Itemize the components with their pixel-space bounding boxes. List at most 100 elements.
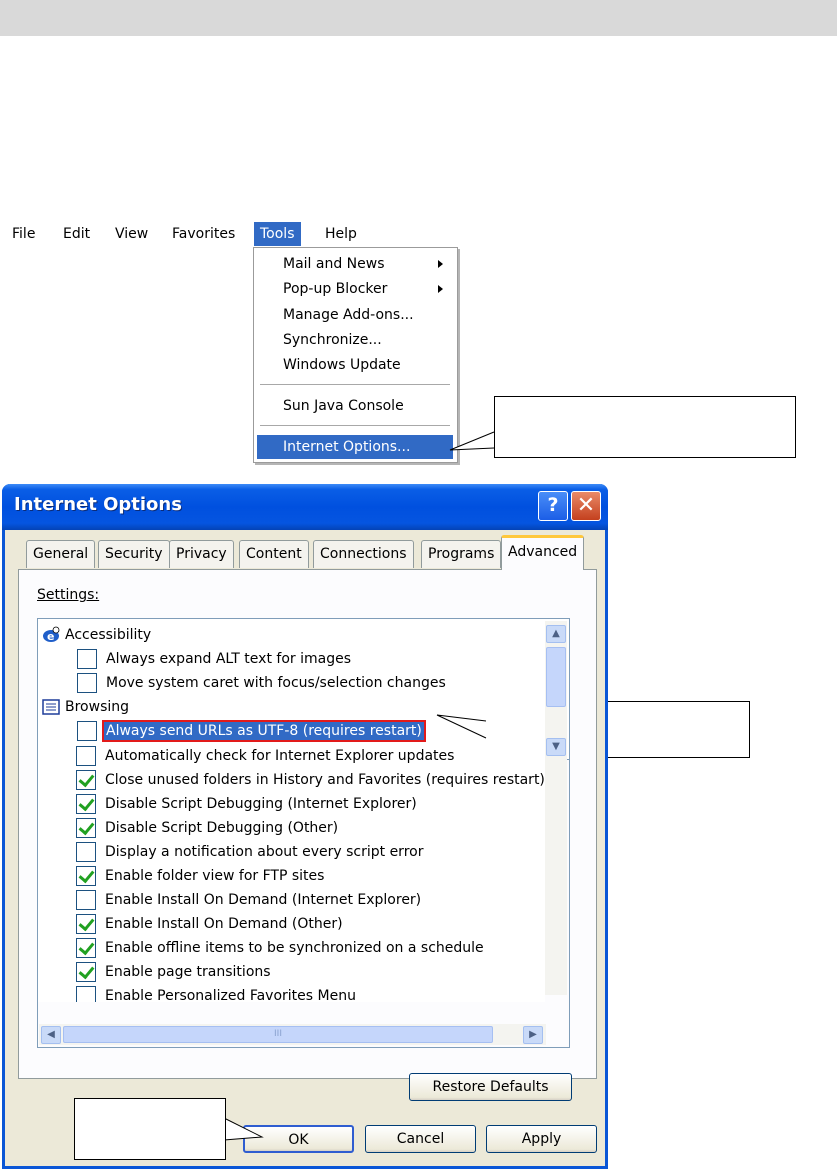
setting-label: Disable Script Debugging (Internet Explo…	[105, 796, 417, 812]
menu-bar: File Edit View Favorites Tools Help	[0, 219, 460, 249]
checkbox[interactable]	[76, 962, 96, 982]
question-icon: ?	[547, 494, 559, 516]
tab-security[interactable]: Security	[98, 540, 170, 568]
cancel-button[interactable]: Cancel	[365, 1125, 476, 1153]
browsing-icon	[42, 699, 60, 715]
menu-item-windows-update[interactable]: Windows Update	[257, 353, 453, 377]
close-icon: ✕	[576, 493, 596, 518]
scroll-up-button[interactable]: ▲	[546, 625, 566, 643]
setting-label: Enable page transitions	[105, 964, 271, 980]
checkbox[interactable]	[76, 938, 96, 958]
setting-item[interactable]: Disable Script Debugging (Internet Explo…	[37, 792, 545, 816]
dialog-title: Internet Options	[14, 494, 182, 515]
setting-item-utf8[interactable]: Always send URLs as UTF-8 (requires rest…	[38, 719, 558, 743]
setting-item[interactable]: Enable Install On Demand (Other)	[37, 912, 545, 936]
setting-label-highlighted: Always send URLs as UTF-8 (requires rest…	[102, 720, 426, 742]
menu-item-mail-and-news[interactable]: Mail and News	[257, 252, 453, 276]
checkbox[interactable]	[76, 818, 96, 838]
submenu-arrow-icon	[438, 285, 443, 293]
menu-item-manage-add-ons[interactable]: Manage Add-ons...	[257, 303, 453, 327]
setting-item[interactable]: Enable page transitions	[37, 960, 545, 984]
settings-listbox[interactable]: e Accessibility Always expand ALT text f…	[37, 618, 570, 760]
setting-label: Close unused folders in History and Favo…	[105, 772, 545, 788]
category-label: Browsing	[65, 699, 130, 715]
apply-button[interactable]: Apply	[486, 1125, 597, 1153]
setting-item[interactable]: Enable Install On Demand (Internet Explo…	[37, 888, 545, 912]
checkbox[interactable]	[76, 986, 96, 1002]
checkbox[interactable]	[77, 673, 97, 693]
scroll-right-button[interactable]: ▶	[523, 1026, 543, 1044]
dialog-titlebar: Internet Options ? ✕	[2, 484, 608, 530]
scroll-left-button[interactable]: ◀	[41, 1026, 61, 1044]
tools-dropdown: Mail and News Pop-up Blocker Manage Add-…	[253, 247, 458, 463]
help-button[interactable]: ?	[538, 491, 568, 521]
checkbox[interactable]	[77, 649, 97, 669]
settings-list-continued: Automatically check for Internet Explore…	[37, 742, 545, 1002]
setting-item[interactable]: Automatically check for Internet Explore…	[37, 744, 545, 768]
scroll-down-icon: ▼	[552, 741, 560, 752]
menu-item-internet-options[interactable]: Internet Options...	[257, 435, 453, 459]
tab-general[interactable]: General	[26, 540, 96, 568]
horizontal-scroll-thumb[interactable]: III	[63, 1026, 493, 1043]
setting-label: Enable folder view for FTP sites	[105, 868, 325, 884]
submenu-arrow-icon	[438, 260, 443, 268]
setting-label: Move system caret with focus/selection c…	[106, 675, 446, 691]
setting-label: Enable offline items to be synchronized …	[105, 940, 484, 956]
menu-file[interactable]: File	[6, 222, 41, 246]
scroll-left-icon: ◀	[47, 1029, 55, 1040]
checkbox[interactable]	[76, 890, 96, 910]
callout-box-ok	[74, 1098, 226, 1160]
setting-label: Always expand ALT text for images	[106, 651, 351, 667]
tab-advanced[interactable]: Advanced	[501, 535, 585, 570]
checkbox[interactable]	[76, 770, 96, 790]
top-gray-band	[0, 0, 837, 36]
setting-item[interactable]: Enable offline items to be synchronized …	[37, 936, 545, 960]
menu-separator	[260, 384, 450, 386]
setting-item[interactable]: Close unused folders in History and Favo…	[37, 768, 545, 792]
callout-box-internet-options	[494, 396, 796, 458]
setting-label: Display a notification about every scrip…	[105, 844, 424, 860]
menu-item-label: Mail and News	[283, 256, 385, 272]
close-button[interactable]: ✕	[571, 491, 601, 521]
setting-label: Automatically check for Internet Explore…	[105, 748, 455, 764]
settings-label-text: Settings:	[37, 587, 100, 603]
setting-item[interactable]: Move system caret with focus/selection c…	[38, 671, 558, 695]
menu-favorites[interactable]: Favorites	[166, 222, 241, 246]
checkbox[interactable]	[76, 842, 96, 862]
setting-label: Enable Install On Demand (Other)	[105, 916, 343, 932]
horizontal-scrollbar[interactable]: ◀ III ▶	[39, 1024, 546, 1045]
checkbox[interactable]	[76, 794, 96, 814]
scroll-down-button[interactable]: ▼	[546, 738, 566, 756]
setting-item[interactable]: Display a notification about every scrip…	[37, 840, 545, 864]
category-accessibility: e Accessibility	[38, 623, 558, 647]
menu-edit[interactable]: Edit	[57, 222, 96, 246]
scroll-right-icon: ▶	[529, 1029, 537, 1040]
setting-item[interactable]: Enable folder view for FTP sites	[37, 864, 545, 888]
menu-item-popup-blocker[interactable]: Pop-up Blocker	[257, 277, 453, 301]
setting-item[interactable]: Enable Personalized Favorites Menu	[37, 984, 545, 1002]
setting-item[interactable]: Always expand ALT text for images	[38, 647, 558, 671]
vertical-scrollbar[interactable]: ▲ ▼	[545, 621, 567, 995]
menu-help[interactable]: Help	[319, 222, 363, 246]
settings-label: Settings:	[37, 587, 99, 603]
checkbox[interactable]	[76, 746, 96, 766]
menu-item-sun-java-console[interactable]: Sun Java Console	[257, 394, 453, 418]
menu-screenshot: File Edit View Favorites Tools Help Mail…	[0, 219, 462, 463]
scroll-thumb[interactable]	[546, 647, 566, 707]
restore-defaults-button[interactable]: Restore Defaults	[409, 1073, 572, 1101]
checkbox[interactable]	[77, 721, 97, 741]
tab-connections[interactable]: Connections	[313, 540, 414, 568]
menu-tools[interactable]: Tools	[254, 222, 301, 246]
checkbox[interactable]	[76, 866, 96, 886]
menu-view[interactable]: View	[109, 222, 154, 246]
setting-label: Enable Personalized Favorites Menu	[105, 988, 356, 1002]
tab-programs[interactable]: Programs	[421, 540, 502, 568]
setting-item[interactable]: Disable Script Debugging (Other)	[37, 816, 545, 840]
setting-label: Enable Install On Demand (Internet Explo…	[105, 892, 422, 908]
menu-item-synchronize[interactable]: Synchronize...	[257, 328, 453, 352]
tab-privacy[interactable]: Privacy	[169, 540, 234, 568]
tab-content[interactable]: Content	[239, 540, 309, 568]
ok-button[interactable]: OK	[243, 1125, 354, 1153]
menu-item-label: Pop-up Blocker	[283, 281, 388, 297]
checkbox[interactable]	[76, 914, 96, 934]
